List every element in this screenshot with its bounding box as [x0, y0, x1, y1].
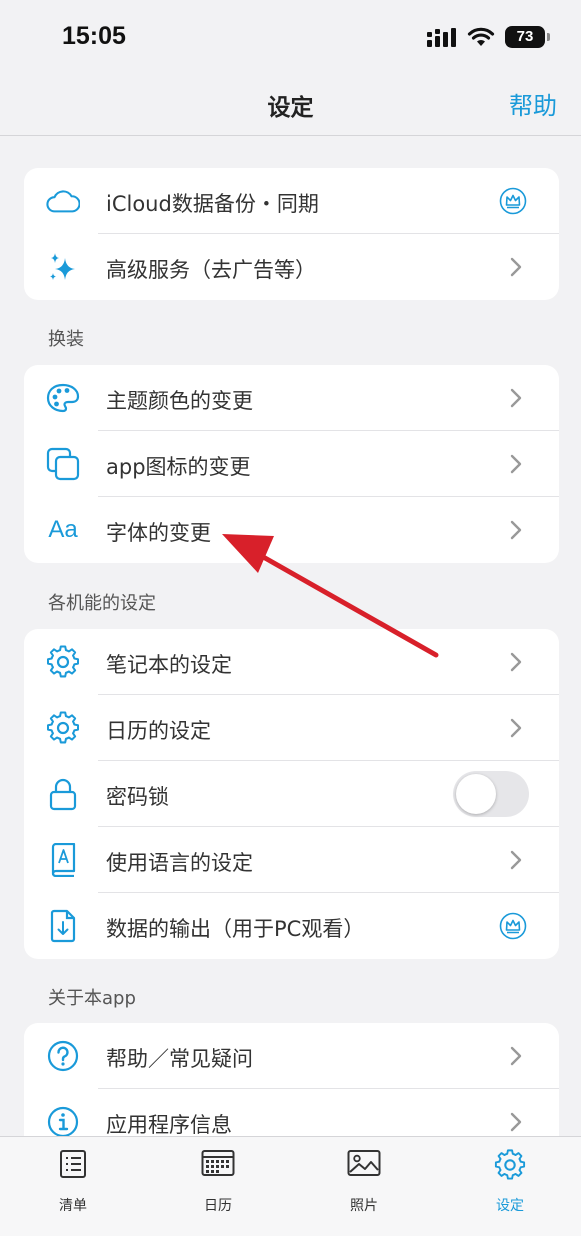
status-icons: 73 — [427, 26, 550, 48]
calendar-icon — [168, 1149, 268, 1181]
file-download-icon — [46, 909, 80, 943]
tab-settings[interactable]: 设定 — [460, 1149, 560, 1215]
copy-icon — [46, 447, 80, 481]
palette-icon — [46, 381, 80, 415]
lock-icon — [46, 777, 80, 811]
chevron-right-icon — [510, 388, 522, 408]
row-label: 日历的设定 — [106, 719, 211, 743]
navigation-bar: 设定 帮助 — [0, 72, 581, 136]
row-data-export[interactable]: 数据的输出（用于PC观看） — [24, 893, 559, 959]
language-book-icon — [46, 843, 80, 877]
row-label: 帮助／常见疑问 — [106, 1047, 253, 1071]
cloud-icon — [46, 184, 80, 218]
chevron-right-icon — [510, 1046, 522, 1066]
font-aa-icon: Aa — [48, 516, 78, 543]
row-passcode-lock: 密码锁 — [24, 761, 559, 827]
row-notebook-settings[interactable]: 笔记本的设定 — [24, 629, 559, 695]
battery-indicator: 73 — [505, 26, 550, 48]
status-bar: 15:05 73 — [0, 0, 581, 72]
tab-calendar[interactable]: 日历 — [168, 1149, 268, 1215]
cellular-signal-icon — [427, 28, 456, 47]
tab-photos[interactable]: 照片 — [314, 1149, 414, 1215]
passcode-lock-toggle[interactable] — [453, 771, 529, 817]
tab-label: 设定 — [496, 1198, 524, 1214]
row-app-icon[interactable]: app图标的变更 — [24, 431, 559, 497]
row-help-faq[interactable]: 帮助／常见疑问 — [24, 1023, 559, 1089]
section-header-about: 关于本app — [48, 988, 136, 1009]
chevron-right-icon — [510, 454, 522, 474]
group-customize: 主题颜色的变更 app图标的变更 Aa 字体的变更 — [24, 365, 559, 563]
tab-bar: 清单 日历 照片 设定 — [0, 1136, 581, 1236]
help-button[interactable]: 帮助 — [509, 86, 557, 121]
toggle-knob — [456, 774, 496, 814]
row-label: 使用语言的设定 — [106, 851, 253, 875]
row-theme-color[interactable]: 主题颜色的变更 — [24, 365, 559, 431]
sparkle-icon — [46, 250, 80, 284]
tab-label: 清单 — [59, 1198, 87, 1214]
chevron-right-icon — [510, 718, 522, 738]
row-label: iCloud数据备份・同期 — [106, 192, 319, 216]
gear-icon — [46, 711, 80, 745]
status-time: 15:05 — [62, 22, 126, 50]
row-label: 主题颜色的变更 — [106, 389, 253, 413]
photo-icon — [314, 1149, 414, 1181]
group-premium: iCloud数据备份・同期 高级服务（去广告等） — [24, 168, 559, 300]
chevron-right-icon — [510, 850, 522, 870]
chevron-right-icon — [510, 652, 522, 672]
row-label: 字体的变更 — [106, 521, 211, 545]
info-icon — [46, 1105, 80, 1139]
chevron-right-icon — [510, 1112, 522, 1132]
row-icloud-backup[interactable]: iCloud数据备份・同期 — [24, 168, 559, 234]
row-premium-service[interactable]: 高级服务（去广告等） — [24, 234, 559, 300]
list-icon — [23, 1149, 123, 1181]
crown-icon — [499, 912, 527, 940]
section-header-functions: 各机能的设定 — [48, 593, 156, 614]
chevron-right-icon — [510, 520, 522, 540]
chevron-right-icon — [510, 257, 522, 277]
row-label: app图标的变更 — [106, 455, 251, 479]
row-font[interactable]: Aa 字体的变更 — [24, 497, 559, 563]
row-label: 应用程序信息 — [106, 1113, 232, 1137]
crown-icon — [499, 187, 527, 215]
tab-list[interactable]: 清单 — [23, 1149, 123, 1215]
question-icon — [46, 1039, 80, 1073]
row-label: 笔记本的设定 — [106, 653, 232, 677]
section-header-customize: 换装 — [48, 329, 84, 350]
page-title: 设定 — [267, 95, 314, 121]
wifi-icon — [467, 27, 495, 46]
row-language-settings[interactable]: 使用语言的设定 — [24, 827, 559, 893]
row-label: 数据的输出（用于PC观看） — [106, 917, 365, 941]
row-label: 密码锁 — [106, 785, 169, 809]
gear-icon — [460, 1149, 560, 1181]
group-functions: 笔记本的设定 日历的设定 密码锁 使用语言的设定 数据的输出（用于PC观看） — [24, 629, 559, 959]
row-calendar-settings[interactable]: 日历的设定 — [24, 695, 559, 761]
row-label: 高级服务（去广告等） — [106, 258, 316, 282]
tab-label: 照片 — [350, 1198, 378, 1214]
tab-label: 日历 — [204, 1198, 232, 1214]
gear-icon — [46, 645, 80, 679]
